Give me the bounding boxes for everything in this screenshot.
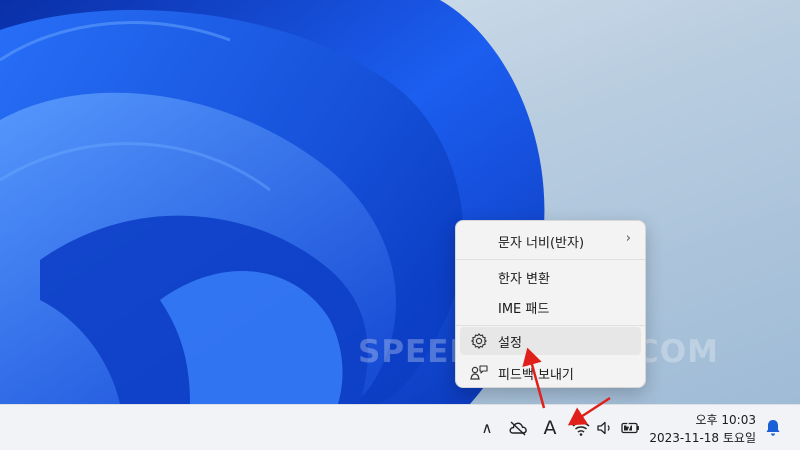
battery-icon[interactable] [619,417,641,439]
ime-mode-icon[interactable]: A [539,417,561,439]
menu-item-settings[interactable]: 설정 [460,327,641,355]
menu-item-char-width[interactable]: 문자 너비(반자) › [460,227,641,255]
menu-item-hanja-convert[interactable]: 한자 변환 [460,263,641,291]
cloud-offline-icon[interactable] [507,417,529,439]
wifi-icon[interactable] [570,417,592,439]
clock-time[interactable]: 오후 10:03 [650,411,756,428]
menu-separator [456,259,645,260]
desktop-wallpaper: SPEEDYGLAND.COM [0,0,800,404]
menu-item-label: 설정 [498,336,522,351]
menu-item-label: 한자 변환 [498,272,550,287]
menu-item-label: IME 패드 [498,302,550,317]
notification-bell-icon[interactable] [762,417,784,439]
gear-icon [471,333,487,349]
menu-separator [456,325,645,326]
menu-item-label: 피드백 보내기 [498,368,574,383]
chevron-right-icon: › [625,231,631,246]
menu-item-send-feedback[interactable]: 피드백 보내기 [460,359,641,387]
clock-date[interactable]: 2023-11-18 토요일 [640,429,756,446]
chevron-up-icon[interactable]: ∧ [476,417,498,439]
menu-item-label: 문자 너비(반자) [498,236,585,251]
taskbar: ∧ A 오후 10:03 2023-11-18 토요일 [0,404,800,450]
volume-icon[interactable] [594,417,616,439]
feedback-icon [470,365,488,380]
ime-context-menu: 문자 너비(반자) › 한자 변환 IME 패드 설정 피드백 보내기 [455,220,646,388]
menu-item-ime-pad[interactable]: IME 패드 [460,293,641,321]
